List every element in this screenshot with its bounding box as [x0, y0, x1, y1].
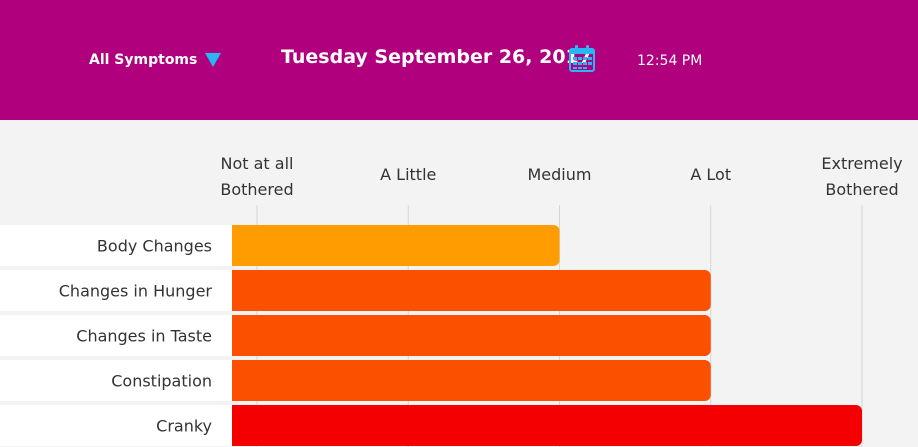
- x-tick-label: Bothered: [825, 180, 898, 199]
- category-label: Body Changes: [97, 237, 212, 256]
- category-label: Changes in Hunger: [59, 282, 213, 301]
- category-label: Changes in Taste: [76, 327, 212, 346]
- bar-changes-in-hunger: [232, 270, 711, 311]
- symptom-filter-dropdown[interactable]: All Symptoms: [89, 52, 222, 68]
- x-tick-label: Medium: [528, 165, 592, 184]
- x-tick-label: Extremely: [821, 154, 902, 173]
- calendar-icon[interactable]: [567, 43, 597, 73]
- chart-svg: Not at all Bothered A Little Medium A Lot Ext…: [0, 154, 903, 447]
- category-label: Constipation: [111, 372, 212, 391]
- bar-constipation: [232, 360, 711, 401]
- bar-changes-in-taste: [232, 315, 711, 356]
- time-display: 12:54 PM: [637, 53, 703, 69]
- x-tick-label: Bothered: [220, 180, 293, 199]
- bar-cranky: [232, 405, 862, 446]
- x-tick-label: Not at all: [221, 154, 294, 173]
- symptom-filter-label: All Symptoms: [89, 52, 198, 68]
- symptom-chart: Not at all Bothered A Little Medium A Lot Ext…: [0, 120, 918, 447]
- x-tick-label: A Lot: [690, 165, 731, 184]
- header-bar: All Symptoms Tuesday September 26, 2017 …: [0, 0, 918, 120]
- chevron-down-icon: [205, 53, 222, 67]
- bar-body-changes: [232, 225, 560, 266]
- category-label: Cranky: [156, 417, 212, 436]
- date-title: Tuesday September 26, 2017: [281, 46, 592, 68]
- x-tick-label: A Little: [380, 165, 436, 184]
